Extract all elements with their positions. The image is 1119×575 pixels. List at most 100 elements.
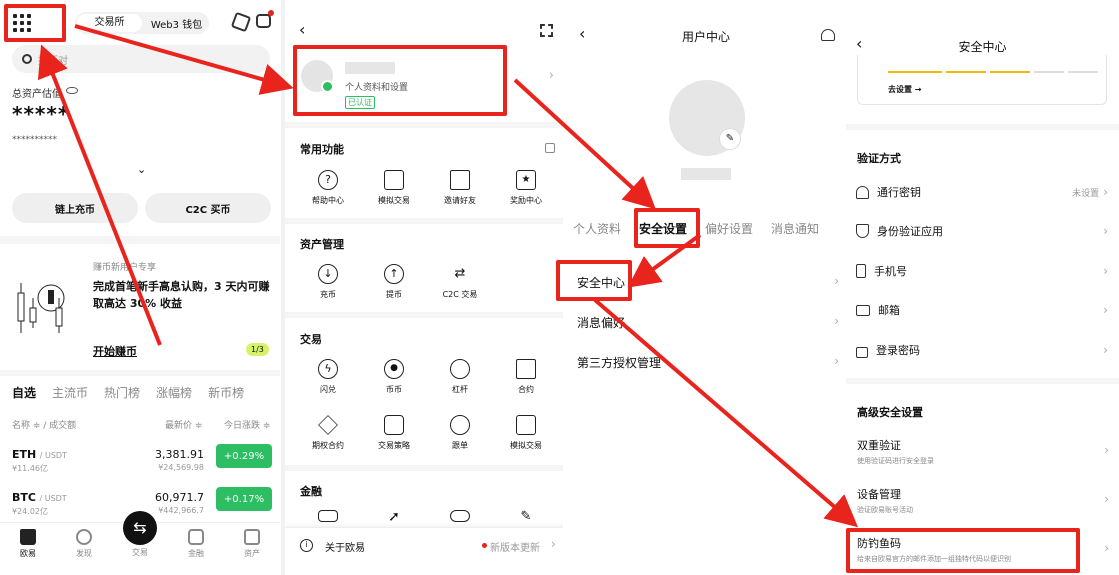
expand-chevron-icon[interactable]: ⌄	[137, 163, 146, 176]
help-label: 帮助中心	[312, 196, 344, 205]
set-link[interactable]: 去设置 →	[888, 84, 922, 95]
ticket-icon: ★	[516, 170, 536, 190]
tab-mainstream[interactable]: 主流币	[52, 384, 88, 401]
tab-profile[interactable]: 个人资料	[573, 220, 621, 237]
tab-exchange[interactable]: 交易所	[77, 14, 142, 32]
tab-new[interactable]: 新币榜	[208, 384, 244, 401]
onchain-deposit-button[interactable]: 链上充币	[12, 193, 138, 223]
edit-avatar-icon[interactable]: ✎	[719, 128, 741, 150]
promo-small: 赚币新用户专享	[93, 263, 157, 273]
bots[interactable]: 交易策略	[361, 415, 427, 451]
options-label: 期权合约	[312, 441, 344, 450]
tab-watchlist[interactable]: 自选	[12, 384, 36, 401]
nav-finance[interactable]: 金融	[176, 529, 216, 559]
rewards-center[interactable]: ★ 奖励中心	[493, 170, 559, 206]
email-item[interactable]: 邮箱 ›	[856, 298, 1108, 322]
nav-home[interactable]: 欧易	[8, 529, 48, 559]
options[interactable]: 期权合约	[295, 415, 361, 451]
level-bar	[990, 71, 1030, 73]
nav-discover[interactable]: 发现	[64, 529, 104, 559]
nav-trade[interactable]: ⇆ 交易	[120, 511, 160, 558]
passkey-item[interactable]: 通行密钥 未设置 ›	[856, 180, 1108, 204]
promo-cta-link[interactable]: 开始赚币	[93, 343, 137, 359]
security-level-card: 去设置 →	[857, 55, 1107, 105]
coin-price-cny: ¥24,569.98	[158, 463, 204, 472]
add-user-icon[interactable]	[821, 29, 835, 41]
chevron-right-icon: ›	[1103, 303, 1108, 317]
home-icon	[20, 529, 36, 545]
section-gap-2	[0, 370, 280, 376]
search-input[interactable]: 搜币对	[12, 45, 270, 73]
dapp-icon[interactable]	[230, 11, 252, 33]
robot-icon	[384, 415, 404, 435]
margin[interactable]: 杠杆	[427, 359, 493, 395]
tab-gainers[interactable]: 涨幅榜	[156, 384, 192, 401]
col-name-header[interactable]: 名称 ≑ / 成交额	[12, 418, 76, 431]
market-row[interactable]: ETH / USDT ¥11.46亿 3,381.91 ¥24,569.98 +…	[12, 444, 272, 484]
coin-quote: / USDT	[39, 451, 67, 460]
device-management-item[interactable]: 设备管理 验证欧易账号活动 ›	[857, 486, 1109, 520]
third-party-auth-item[interactable]: 第三方授权管理 ›	[577, 354, 839, 371]
message-icon[interactable]	[256, 14, 271, 28]
notification-dot	[268, 10, 274, 16]
section-gap	[0, 236, 280, 244]
demo-trading[interactable]: 模拟交易	[361, 170, 427, 206]
chevron-right-icon: ›	[1103, 224, 1108, 238]
invite-friends[interactable]: 邀请好友	[427, 170, 493, 206]
two-factor-item[interactable]: 双重验证 使用验证码进行安全登录 ›	[857, 437, 1109, 471]
tab-notifications[interactable]: 消息通知	[771, 220, 819, 237]
finance-item-3[interactable]	[427, 510, 493, 527]
c2c-trade[interactable]: ⇄ C2C 交易	[427, 264, 493, 300]
chevron-right-icon: ›	[551, 537, 556, 551]
col-change-header[interactable]: 今日涨跌 ≑	[224, 418, 270, 431]
bottom-nav: 欧易 发现 ⇆ 交易 金融 资产	[0, 511, 280, 575]
scan-icon[interactable]	[540, 24, 553, 37]
deposit-label: 充币	[320, 290, 336, 299]
update-label: 新版本更新	[490, 543, 540, 554]
spot[interactable]: ● 币币	[361, 359, 427, 395]
highlight-profile-card	[293, 45, 507, 116]
tab-preferences[interactable]: 偏好设置	[705, 220, 753, 237]
finance-item-4[interactable]: ✎	[493, 510, 559, 527]
about-bar[interactable]: i 关于欧易 新版本更新 ›	[285, 527, 568, 575]
demo-label: 模拟交易	[378, 196, 410, 205]
finance-item-1[interactable]	[295, 510, 361, 527]
nav-trade-label: 交易	[132, 548, 148, 557]
phone-item[interactable]: 手机号 ›	[856, 259, 1108, 283]
col-price-header[interactable]: 最新价 ≑	[165, 418, 202, 431]
deposit[interactable]: ↓ 充币	[295, 264, 361, 300]
nav-assets[interactable]: 资产	[232, 529, 272, 559]
convert[interactable]: ϟ 闪兑	[295, 359, 361, 395]
passkey-status: 未设置	[1072, 188, 1100, 199]
demo-trading-2[interactable]: 模拟交易	[493, 415, 559, 451]
message-pref-item[interactable]: 消息偏好 ›	[577, 314, 839, 331]
section-finance: 金融	[300, 485, 322, 498]
withdraw[interactable]: ↑ 提币	[361, 264, 427, 300]
mode-switch[interactable]: 交易所 Web3 钱包	[75, 12, 209, 34]
copy-trading[interactable]: 跟单	[427, 415, 493, 451]
common-grid: ? 帮助中心 模拟交易 邀请好友 ★ 奖励中心	[295, 170, 560, 206]
authenticator-item[interactable]: 身份验证应用 ›	[856, 219, 1108, 243]
promo-card[interactable]: 赚币新用户专享 完成首笔新手高息认购，3 天内可赚取高达 30% 收益 开始赚币…	[0, 248, 280, 368]
finance-icon-4: ✎	[520, 509, 532, 524]
futures[interactable]: 合约	[493, 359, 559, 395]
passkey-label: 通行密钥	[877, 186, 921, 199]
back-arrow-icon[interactable]: ‹	[299, 20, 305, 39]
futures-label: 合约	[518, 385, 534, 394]
tab-hot[interactable]: 热门榜	[104, 384, 140, 401]
finance-item-2[interactable]: ➚	[361, 510, 427, 527]
phone-label: 手机号	[874, 265, 907, 278]
trade-grid-1: ϟ 闪兑 ● 币币 杠杆 合约	[295, 359, 560, 395]
adv-title: 高级安全设置	[857, 406, 923, 419]
login-password-item[interactable]: 登录密码 ›	[856, 338, 1108, 362]
deposit-icon: ↓	[318, 264, 338, 284]
candlestick-icon	[17, 283, 65, 333]
coin-volume: ¥11.46亿	[12, 464, 48, 473]
edit-icon[interactable]	[545, 143, 555, 153]
c2c-buy-button[interactable]: C2C 买币	[145, 193, 271, 223]
eye-off-icon[interactable]	[66, 87, 78, 94]
tab-web3[interactable]: Web3 钱包	[144, 16, 209, 31]
help-center[interactable]: ? 帮助中心	[295, 170, 361, 206]
phone-icon	[856, 264, 866, 278]
nav-finance-label: 金融	[188, 549, 204, 558]
